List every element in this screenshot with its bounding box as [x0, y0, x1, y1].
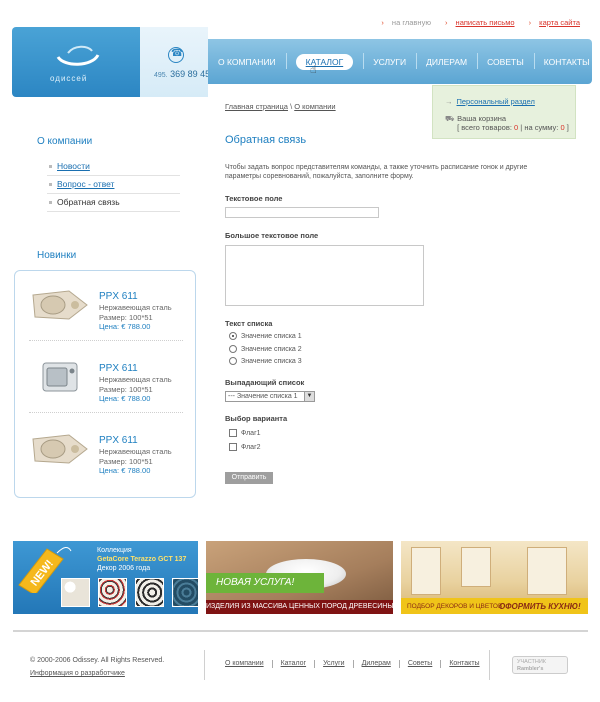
personal-section-link[interactable]: Персональный раздел: [457, 97, 535, 106]
developer-link[interactable]: Информация о разработчике: [30, 670, 125, 677]
footer-link-about[interactable]: О компании: [225, 660, 272, 668]
nav-item-catalog[interactable]: КАТАЛОГ: [285, 52, 364, 70]
chevron-down-icon: ▼: [304, 392, 314, 401]
nav-item-contacts[interactable]: КОНТАКТЫ: [533, 52, 600, 69]
checkbox-flag2[interactable]: Флаг2: [229, 443, 261, 451]
footer-link-catalog[interactable]: Каталог: [271, 660, 314, 668]
write-link[interactable]: › написать письмо: [439, 18, 514, 27]
radio-option-2[interactable]: Значение списка 2: [229, 345, 302, 353]
decor-tile: [61, 578, 90, 607]
banner-new-collection[interactable]: NEW! Коллекция GetaCore Terazzo GCT 137 …: [13, 541, 198, 614]
kitchen-cabinet-image: [411, 547, 441, 595]
banner-kitchen-left-text: ПОДБОР ДЕКОРОВ И ЦВЕТОВ: [407, 603, 503, 610]
cart-sum: 0: [560, 123, 565, 132]
product-size: Размер: 100*51: [99, 384, 153, 394]
product-card[interactable]: PPX 611 Нержавеющая сталь Размер: 100*51…: [15, 343, 197, 413]
cart-label: Ваша корзина: [457, 114, 507, 123]
side-item-faq[interactable]: Вопрос - ответ: [47, 176, 180, 194]
new-products-box: PPX 611 Нержавеющая сталь Размер: 100*51…: [14, 270, 196, 498]
banner-service-subtitle: ИЗДЕЛИЯ ИЗ МАССИВА ЦЕННЫХ ПОРОД ДРЕВЕСИН…: [206, 600, 393, 614]
nav-item-services[interactable]: УСЛУГИ: [363, 52, 416, 69]
footer-divider-right: [489, 650, 490, 680]
copyright-text: © 2000-2006 Odissey. All Rights Reserved…: [30, 657, 165, 664]
side-menu: Новости Вопрос - ответ Обратная связь: [47, 158, 180, 212]
footer-divider: [13, 630, 588, 632]
arrow-icon: →: [445, 97, 453, 106]
textarea-label: Большое текстовое поле: [225, 231, 319, 240]
textarea-field[interactable]: [225, 245, 424, 306]
banner-kitchen[interactable]: ПОДБОР ДЕКОРОВ И ЦВЕТОВ ОФОРМИТЬ КУХНЮ!: [401, 541, 588, 614]
banner-new-service[interactable]: НОВАЯ УСЛУГА! ИЗДЕЛИЯ ИЗ МАССИВА ЦЕННЫХ …: [206, 541, 393, 614]
footer-link-contacts[interactable]: Контакты: [440, 660, 487, 668]
banner-collection-text: Коллекция GetaCore Terazzo GCT 137 Декор…: [97, 547, 187, 572]
logo-swirl-icon: [56, 45, 100, 66]
cart-panel: → Персональный раздел ⛟ Ваша корзина [ вс…: [432, 85, 576, 139]
side-item-feedback[interactable]: Обратная связь: [47, 194, 180, 212]
product-price: Цена: € 788.00: [99, 394, 151, 403]
product-size: Размер: 100*51: [99, 312, 153, 322]
product-name[interactable]: PPX 611: [99, 363, 138, 374]
product-price: Цена: € 788.00: [99, 466, 151, 475]
product-name[interactable]: PPX 611: [99, 435, 138, 446]
top-links: › на главную › написать письмо › карта сайт…: [369, 18, 580, 27]
product-material: Нержавеющая сталь: [99, 375, 172, 384]
phone-icon: [168, 47, 184, 63]
corner-sink-icon: [32, 290, 88, 320]
home-link[interactable]: › на главную: [375, 18, 431, 27]
nav-item-tips[interactable]: СОВЕТЫ: [477, 52, 534, 69]
logo-text: одиссей: [50, 74, 88, 83]
new-products-title: Новинки: [37, 250, 77, 261]
phone-panel: 495. 369 89 45: [140, 27, 211, 97]
radio-option-3[interactable]: Значение списка 3: [229, 357, 302, 365]
cart-items-count: 0: [514, 123, 519, 132]
product-card[interactable]: PPX 611 Нержавеющая сталь Размер: 100*51…: [15, 271, 197, 341]
section-title: О компании: [37, 136, 93, 147]
nav-item-dealers[interactable]: ДИЛЕРАМ: [416, 52, 477, 69]
checkbox-flag1[interactable]: Флаг1: [229, 429, 261, 437]
product-card[interactable]: PPX 611 Нержавеющая сталь Размер: 100*51…: [15, 415, 197, 485]
cart-summary: ⛟ Ваша корзина [ всего товаров: 0 | на с…: [445, 114, 569, 132]
footer-link-dealers[interactable]: Дилерам: [352, 660, 399, 668]
product-name[interactable]: PPX 611: [99, 291, 138, 302]
product-price: Цена: € 788.00: [99, 322, 151, 331]
product-material: Нержавеющая сталь: [99, 303, 172, 312]
main-nav: О КОМПАНИИ КАТАЛОГ УСЛУГИ ДИЛЕРАМ СОВЕТЫ…: [208, 39, 592, 84]
footer-link-services[interactable]: Услуги: [314, 660, 353, 668]
logo[interactable]: одиссей: [12, 27, 140, 97]
checkbox-group-label: Выбор варианта: [225, 414, 288, 423]
banner-service-title: НОВАЯ УСЛУГА!: [206, 573, 324, 593]
footer-nav: О компании Каталог Услуги Дилерам Советы…: [204, 650, 488, 680]
page-title: Обратная связь: [225, 134, 307, 146]
product-material: Нержавеющая сталь: [99, 447, 172, 456]
rambler-badge[interactable]: УЧАСТНИК Rambler's: [512, 656, 568, 674]
sitemap-link[interactable]: › карта сайта: [523, 18, 580, 27]
side-item-news[interactable]: Новости: [47, 158, 180, 176]
banner-kitchen-right-text: ОФОРМИТЬ КУХНЮ!: [499, 602, 581, 611]
footer-link-tips[interactable]: Советы: [398, 660, 441, 668]
kitchen-cabinet-image: [461, 547, 491, 587]
phone-number: 495. 369 89 45: [154, 69, 211, 79]
footer-copyright: © 2000-2006 Odissey. All Rights Reserved…: [30, 654, 164, 680]
decor-tile: [98, 578, 127, 607]
corner-sink-icon: [32, 434, 88, 464]
text-field[interactable]: [225, 207, 379, 218]
text-field-label: Текстовое поле: [225, 194, 283, 203]
hand-cursor-icon: ☝: [310, 64, 317, 76]
radio-group-label: Текст списка: [225, 319, 273, 328]
submit-button[interactable]: Отправить: [225, 472, 273, 484]
breadcrumb-current[interactable]: О компании: [294, 102, 335, 111]
radio-option-1[interactable]: Значение списка 1: [229, 332, 302, 340]
select-label: Выпадающий список: [225, 378, 305, 387]
steel-sink-icon: [42, 362, 78, 392]
breadcrumb: Главная страница \ О компании: [225, 102, 336, 111]
decor-tile: [172, 578, 198, 607]
kitchen-cabinet-image: [527, 547, 567, 595]
decor-tile: [135, 578, 164, 607]
breadcrumb-home[interactable]: Главная страница: [225, 102, 288, 111]
nav-item-about[interactable]: О КОМПАНИИ: [208, 57, 286, 67]
cart-icon: ⛟: [445, 114, 455, 123]
dropdown-select[interactable]: --- Значение списка 1 ▼: [225, 391, 315, 402]
product-size: Размер: 100*51: [99, 456, 153, 466]
form-intro: Чтобы задать вопрос представителям коман…: [225, 164, 528, 180]
